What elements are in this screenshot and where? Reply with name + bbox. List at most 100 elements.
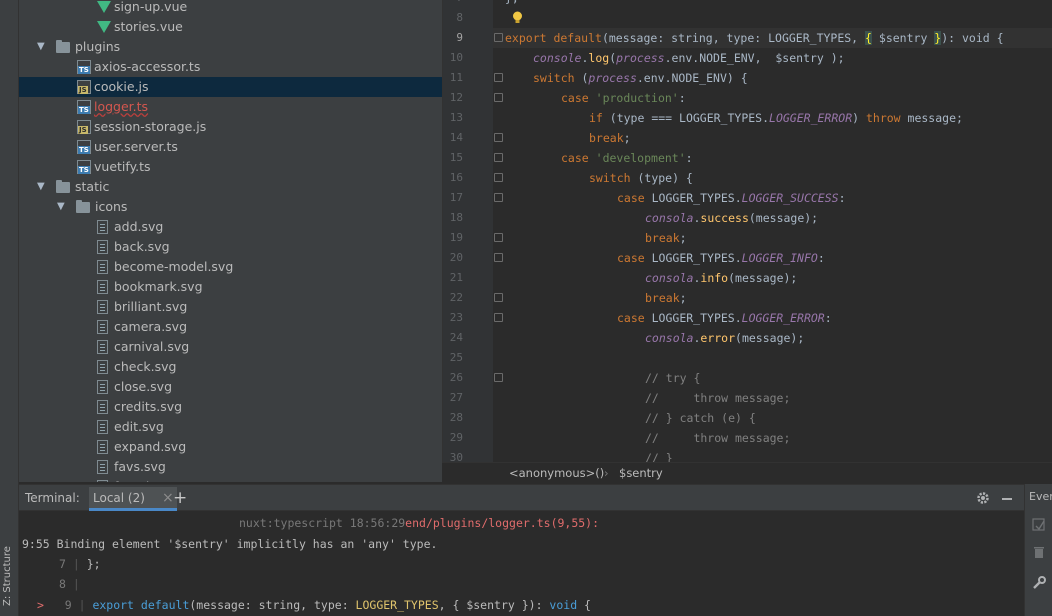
- tree-item[interactable]: session-storage.js: [19, 117, 442, 137]
- tree-item[interactable]: back.svg: [19, 237, 442, 257]
- folder-icon: [56, 180, 70, 193]
- code-line: case LOGGER_TYPES.LOGGER_INFO:: [617, 248, 825, 268]
- code-token: switch: [589, 171, 631, 185]
- svg-file-icon: [97, 440, 108, 454]
- code-line: switch (process.env.NODE_ENV) {: [533, 68, 748, 88]
- terminal-header: Terminal: Local (2) × +: [19, 484, 1024, 511]
- ts-file-icon: [77, 140, 91, 154]
- code-token: case: [561, 91, 589, 105]
- code-line: console.log(process.env.NODE_ENV, $sentr…: [533, 48, 845, 68]
- ts-file-icon: [77, 60, 91, 74]
- breadcrumb-item-anonymous[interactable]: <anonymous>(): [509, 463, 604, 484]
- tree-item[interactable]: expand.svg: [19, 437, 442, 457]
- tree-item-label: logger.ts: [94, 99, 149, 114]
- code-token: break: [589, 131, 624, 145]
- fold-marker-icon[interactable]: [494, 193, 503, 202]
- tree-item[interactable]: favs.svg: [19, 457, 442, 477]
- code-token: 'development': [595, 151, 686, 165]
- tree-item[interactable]: add.svg: [19, 217, 442, 237]
- code-line: // try {: [645, 368, 700, 388]
- fold-marker-icon[interactable]: [494, 173, 503, 182]
- trash-icon[interactable]: [1031, 544, 1047, 560]
- event-log-label[interactable]: Ever: [1029, 490, 1052, 503]
- fold-marker-icon[interactable]: [494, 73, 503, 82]
- tree-item[interactable]: cookie.js: [19, 77, 442, 97]
- code-token: case: [617, 251, 645, 265]
- tree-item-label: bookmark.svg: [114, 279, 203, 294]
- edit-icon[interactable]: [1031, 517, 1047, 533]
- tree-item[interactable]: ▼ icons: [19, 197, 442, 217]
- fold-marker-icon[interactable]: [494, 373, 503, 382]
- fold-marker-icon[interactable]: [494, 293, 503, 302]
- fold-marker-icon[interactable]: [494, 133, 503, 142]
- tree-item[interactable]: axios-accessor.ts: [19, 57, 442, 77]
- code-token: (: [574, 71, 589, 85]
- tree-item[interactable]: brilliant.svg: [19, 297, 442, 317]
- fold-marker-icon[interactable]: [494, 233, 503, 242]
- terminal-line-number: 7: [59, 557, 66, 571]
- svg-file-icon: [97, 220, 108, 234]
- code-token: (type) {: [630, 171, 693, 185]
- tree-item[interactable]: camera.svg: [19, 317, 442, 337]
- code-editor[interactable]: 7 8 9 10 11 12 13 14 15 16 17 18 19 20 21 22 23 24 25 26 27 2…: [442, 0, 1052, 462]
- code-line: // throw message;: [645, 388, 790, 408]
- fold-marker-icon[interactable]: [494, 93, 503, 102]
- tree-item[interactable]: become-model.svg: [19, 257, 442, 277]
- fold-marker-icon[interactable]: [494, 33, 503, 42]
- tree-item[interactable]: credits.svg: [19, 397, 442, 417]
- code-token: .env.NODE_ENV, $sentry );: [664, 51, 845, 65]
- terminal-error-path: end/plugins/logger.ts(9,55):: [405, 516, 600, 530]
- tree-item[interactable]: ▼ static: [19, 177, 442, 197]
- tree-item[interactable]: edit.svg: [19, 417, 442, 437]
- line-number: 26: [449, 371, 463, 384]
- tree-item[interactable]: sign-up.vue: [19, 0, 442, 17]
- lightbulb-icon[interactable]: [512, 11, 523, 24]
- fold-marker-icon[interactable]: [494, 253, 503, 262]
- line-number: 28: [449, 411, 463, 424]
- wrench-icon[interactable]: [1031, 575, 1047, 591]
- tree-item[interactable]: female.svg: [19, 477, 442, 482]
- tree-item[interactable]: carnival.svg: [19, 337, 442, 357]
- svg-file-icon: [97, 340, 108, 354]
- fold-marker-icon[interactable]: [494, 313, 503, 322]
- line-number: 24: [449, 331, 463, 344]
- expand-arrow-icon[interactable]: ▼: [37, 37, 49, 57]
- code-token: // throw message;: [645, 431, 791, 445]
- gear-icon[interactable]: [976, 491, 990, 505]
- terminal-code-type: LOGGER_TYPES: [355, 598, 439, 612]
- tree-item[interactable]: user.server.ts: [19, 137, 442, 157]
- code-token: // } catch (e) {: [645, 411, 756, 425]
- new-terminal-tab-icon[interactable]: +: [173, 485, 187, 511]
- tree-item[interactable]: ▼ plugins: [19, 37, 442, 57]
- tree-item-label: vuetify.ts: [94, 159, 151, 174]
- terminal-line-number: 8: [59, 577, 66, 591]
- tree-item[interactable]: close.svg: [19, 377, 442, 397]
- code-token: (message);: [728, 271, 798, 285]
- code-token: switch: [533, 71, 575, 85]
- code-line: switch (type) {: [589, 168, 693, 188]
- tree-item[interactable]: logger.ts: [19, 97, 442, 117]
- terminal-output[interactable]: nuxt:typescript 18:56:29end/plugins/logg…: [19, 511, 1024, 616]
- structure-tool-tab[interactable]: Z: Structure: [2, 540, 17, 612]
- expand-arrow-icon[interactable]: ▼: [57, 197, 69, 217]
- code-line: break;: [645, 228, 687, 248]
- tree-item[interactable]: bookmark.svg: [19, 277, 442, 297]
- terminal-code-text: , { $sentry }):: [438, 598, 550, 612]
- code-token: };: [505, 0, 519, 5]
- terminal-code-text: (message: string, type:: [189, 598, 356, 612]
- line-number: 30: [449, 451, 463, 462]
- tree-item[interactable]: vuetify.ts: [19, 157, 442, 177]
- code-token: 'production': [595, 91, 679, 105]
- tree-item-label: become-model.svg: [114, 259, 234, 274]
- expand-arrow-icon[interactable]: ▼: [37, 177, 49, 197]
- fold-marker-icon[interactable]: [494, 153, 503, 162]
- minimize-icon[interactable]: [1002, 498, 1012, 500]
- tab-local-2[interactable]: Local (2) ×: [89, 487, 177, 511]
- code-token: (message: string, type: LOGGER_TYPES,: [601, 31, 866, 45]
- tree-item[interactable]: stories.vue: [19, 17, 442, 37]
- tree-item[interactable]: check.svg: [19, 357, 442, 377]
- breadcrumb-item-sentry[interactable]: $sentry: [619, 463, 663, 484]
- tree-item-label: camera.svg: [114, 319, 188, 334]
- close-tab-icon[interactable]: ×: [162, 485, 174, 511]
- code-line: // }: [645, 448, 673, 462]
